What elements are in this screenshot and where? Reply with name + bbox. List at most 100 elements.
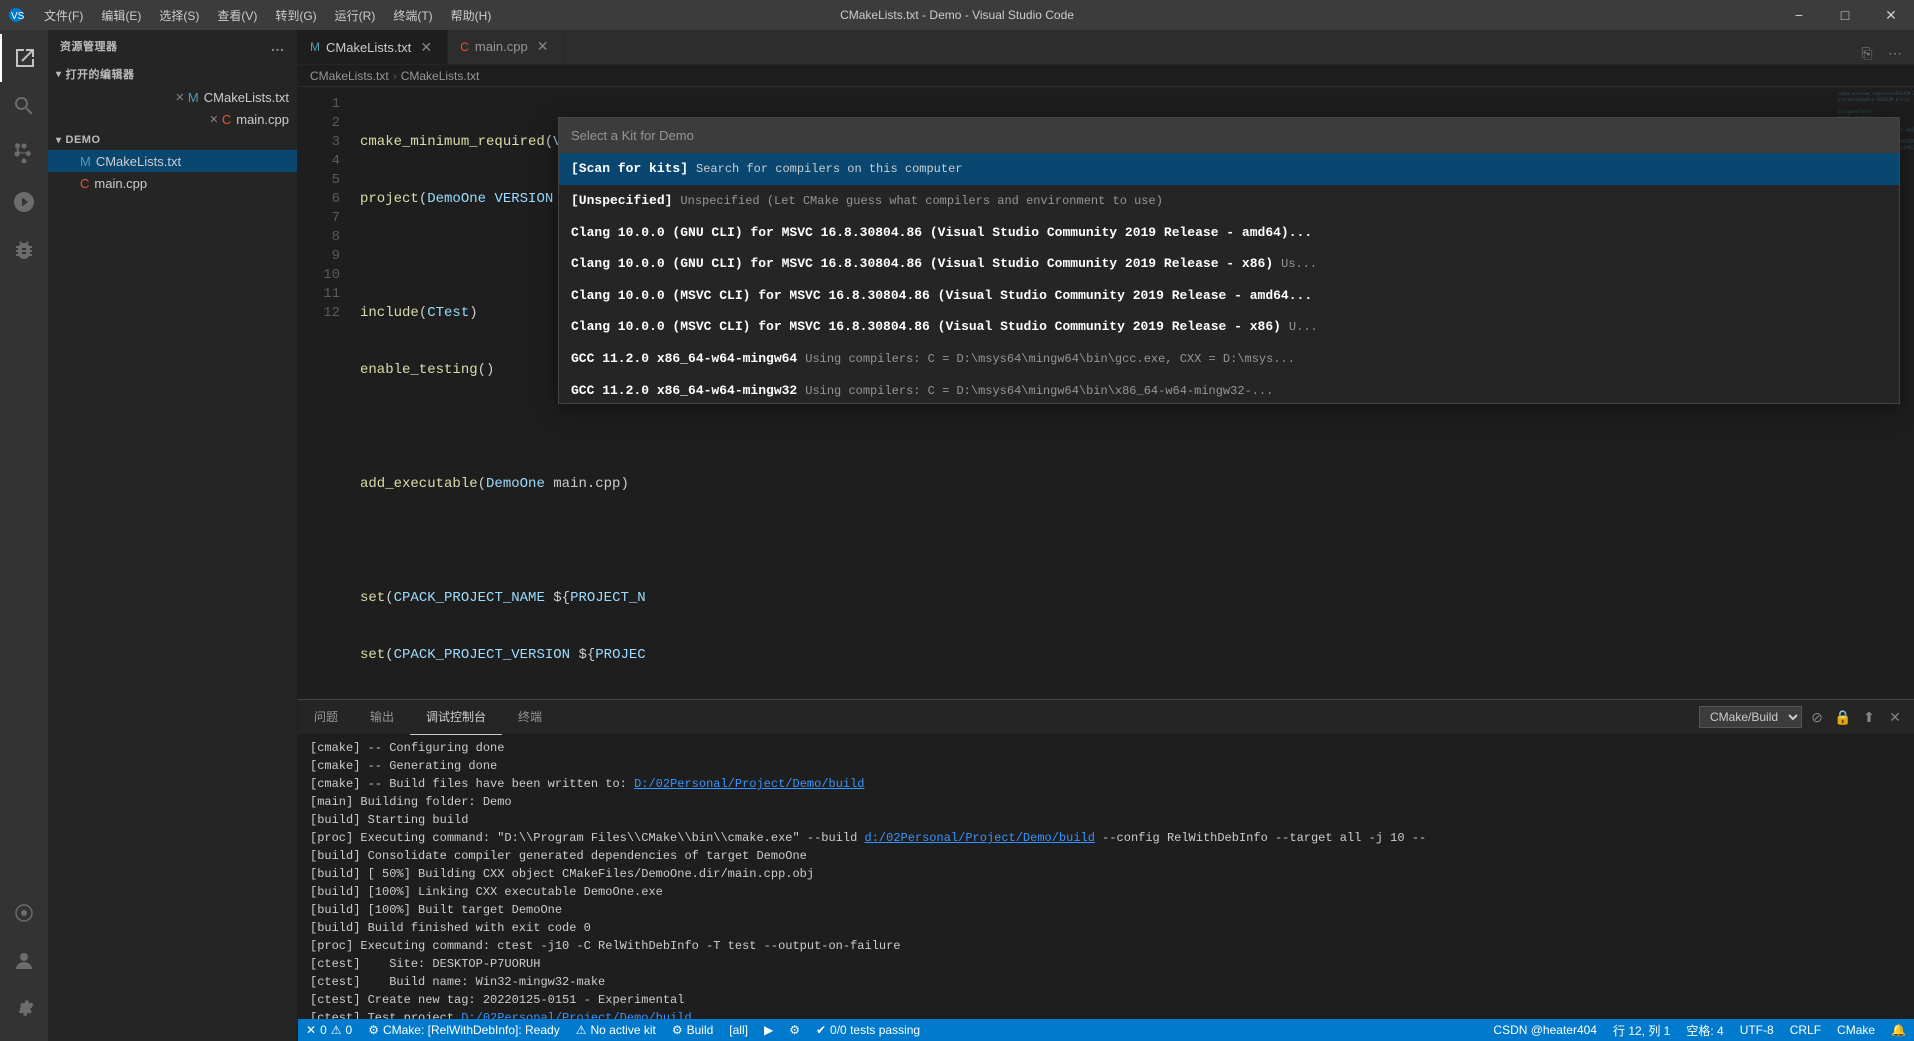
kit-unspecified-label: [Unspecified]	[571, 191, 672, 210]
build-cmd-link[interactable]: d:/02Personal/Project/Demo/build	[865, 831, 1095, 845]
breadcrumb-sep: ›	[393, 69, 397, 83]
line-col-label: 行 12, 列 1	[1613, 1022, 1670, 1039]
status-notification-icon[interactable]: 🔔	[1883, 1019, 1914, 1041]
close-cmake-icon[interactable]: ✕	[172, 89, 188, 105]
demo-section-header[interactable]: ▾ DEMO	[48, 130, 297, 150]
kit-search-input[interactable]	[559, 118, 1899, 153]
status-no-kit[interactable]: ⚠ No active kit	[568, 1019, 664, 1041]
line-ending-label: CRLF	[1790, 1023, 1821, 1037]
warning-icon: ⚠	[331, 1023, 342, 1037]
menu-file[interactable]: 文件(F)	[36, 3, 91, 28]
status-errors[interactable]: ✕ 0 ⚠ 0	[298, 1019, 360, 1041]
menu-run[interactable]: 运行(R)	[327, 3, 384, 28]
status-line-col[interactable]: 行 12, 列 1	[1605, 1019, 1678, 1041]
kit-item-gcc-mingw64[interactable]: GCC 11.2.0 x86_64-w64-mingw64 Using comp…	[559, 343, 1899, 375]
test-path-link[interactable]: D:/02Personal/Project/Demo/build	[461, 1011, 691, 1019]
panel-lock-icon[interactable]: 🔒	[1832, 706, 1854, 728]
cmake-icon: ⚙	[368, 1023, 379, 1037]
breadcrumb-item-2[interactable]: CMakeLists.txt	[401, 69, 480, 83]
status-language[interactable]: CMake	[1829, 1019, 1883, 1041]
open-editors-label: 打开的编辑器	[66, 66, 135, 82]
error-count: 0	[320, 1023, 327, 1037]
status-build[interactable]: ⚙ Build	[664, 1019, 721, 1041]
panel-line-15: [ctest] Create new tag: 20220125-0151 - …	[310, 991, 1902, 1009]
close-cpp-icon[interactable]: ✕	[206, 111, 222, 127]
kit-gcc-mingw64-label: GCC 11.2.0 x86_64-w64-mingw64	[571, 349, 797, 368]
activity-git[interactable]	[0, 130, 48, 178]
demo-cmake-name: CMakeLists.txt	[96, 154, 181, 169]
status-line-ending[interactable]: CRLF	[1782, 1019, 1829, 1041]
kit-item-unspecified[interactable]: [Unspecified] Unspecified (Let CMake gue…	[559, 185, 1899, 217]
code-editor[interactable]: 1 2 3 4 5 6 7 8 9 10 11 12 cmake_minimum…	[298, 87, 1914, 699]
close-button[interactable]: ✕	[1868, 0, 1914, 30]
tab-cmake[interactable]: M CMakeLists.txt ✕	[298, 30, 448, 64]
tab-cpp-icon: C	[460, 40, 469, 54]
new-file-icon[interactable]: …	[271, 38, 286, 54]
activity-remote[interactable]	[0, 889, 48, 937]
output-source-select[interactable]: CMake/Build	[1699, 706, 1802, 728]
kit-item-clang-msvc-amd64[interactable]: Clang 10.0.0 (MSVC CLI) for MSVC 16.8.30…	[559, 280, 1899, 311]
menu-select[interactable]: 选择(S)	[151, 3, 207, 28]
panel-tab-problems[interactable]: 问题	[298, 700, 354, 735]
status-settings-icon[interactable]: ⚙	[781, 1019, 808, 1041]
build-path-link[interactable]: D:/02Personal/Project/Demo/build	[634, 777, 864, 791]
open-editors-header[interactable]: ▾ 打开的编辑器	[48, 62, 297, 86]
maximize-button[interactable]: □	[1822, 0, 1868, 30]
kit-scan-desc: Search for compilers on this computer	[696, 160, 962, 179]
menu-bar: 文件(F) 编辑(E) 选择(S) 查看(V) 转到(G) 运行(R) 终端(T…	[36, 3, 499, 28]
activity-accounts[interactable]	[0, 937, 48, 985]
menu-help[interactable]: 帮助(H)	[443, 3, 500, 28]
activity-debug[interactable]	[0, 178, 48, 226]
line-numbers: 1 2 3 4 5 6 7 8 9 10 11 12	[298, 87, 348, 699]
tab-cpp-close[interactable]: ✕	[534, 38, 552, 56]
open-editors-section: ▾ 打开的编辑器 ✕ M CMakeLists.txt ✕ C main.cpp	[48, 62, 297, 130]
code-line-7: add_executable(DemoOne main.cpp)	[360, 475, 1834, 494]
status-csdn[interactable]: CSDN @heater404	[1485, 1019, 1605, 1041]
kit-item-gcc-mingw32[interactable]: GCC 11.2.0 x86_64-w64-mingw32 Using comp…	[559, 375, 1899, 403]
open-file-cmake[interactable]: ✕ M CMakeLists.txt	[48, 86, 297, 108]
status-encoding[interactable]: UTF-8	[1732, 1019, 1782, 1041]
no-kit-label: No active kit	[590, 1023, 655, 1037]
menu-edit[interactable]: 编辑(E)	[93, 3, 149, 28]
panel-tab-terminal[interactable]: 终端	[502, 700, 558, 735]
sidebar-header-icons: …	[271, 38, 286, 54]
status-left: ✕ 0 ⚠ 0 ⚙ CMake: [RelWithDebInfo]: Ready…	[298, 1019, 928, 1041]
panel-line-1: [cmake] -- Configuring done	[310, 739, 1902, 757]
status-cmake[interactable]: ⚙ CMake: [RelWithDebInfo]: Ready	[360, 1019, 568, 1041]
code-line-9: set(CPACK_PROJECT_NAME ${PROJECT_N	[360, 589, 1834, 608]
activity-settings[interactable]	[0, 985, 48, 1033]
kit-item-clang-gnu-x86[interactable]: Clang 10.0.0 (GNU CLI) for MSVC 16.8.308…	[559, 248, 1899, 280]
panel-tab-debug[interactable]: 调试控制台	[410, 700, 502, 735]
open-file-cpp[interactable]: ✕ C main.cpp	[48, 108, 297, 130]
menu-goto[interactable]: 转到(G)	[267, 3, 324, 28]
panel-tab-output[interactable]: 输出	[354, 700, 410, 735]
activity-search[interactable]	[0, 82, 48, 130]
menu-terminal[interactable]: 终端(T)	[385, 3, 440, 28]
kit-list: [Scan for kits] Search for compilers on …	[559, 153, 1899, 403]
warning-count: 0	[346, 1023, 353, 1037]
menu-view[interactable]: 查看(V)	[209, 3, 265, 28]
tab-cmake-close[interactable]: ✕	[417, 38, 435, 56]
split-editor-icon[interactable]: ⎘	[1856, 42, 1878, 64]
kit-item-scan[interactable]: [Scan for kits] Search for compilers on …	[559, 153, 1899, 185]
panel-line-5: [build] Starting build	[310, 811, 1902, 829]
demo-file-cmake[interactable]: M CMakeLists.txt	[48, 150, 297, 172]
more-actions-icon[interactable]: ⋯	[1884, 42, 1906, 64]
status-build-config[interactable]: [all]	[721, 1019, 756, 1041]
activity-explorer[interactable]	[0, 34, 48, 82]
status-spaces[interactable]: 空格: 4	[1678, 1019, 1731, 1041]
breadcrumb-item-1[interactable]: CMakeLists.txt	[310, 69, 389, 83]
panel-maximize-icon[interactable]: ⬆	[1858, 706, 1880, 728]
panel-clear-icon[interactable]: ⊘	[1806, 706, 1828, 728]
minimize-button[interactable]: −	[1776, 0, 1822, 30]
panel-line-14: [ctest] Build name: Win32-mingw32-make	[310, 973, 1902, 991]
tab-cpp[interactable]: C main.cpp ✕	[448, 30, 564, 64]
activity-extensions[interactable]	[0, 226, 48, 274]
panel-close-icon[interactable]: ✕	[1884, 706, 1906, 728]
status-tests[interactable]: ✔ 0/0 tests passing	[808, 1019, 928, 1041]
title-bar: VS 文件(F) 编辑(E) 选择(S) 查看(V) 转到(G) 运行(R) 终…	[0, 0, 1914, 30]
kit-item-clang-msvc-x86[interactable]: Clang 10.0.0 (MSVC CLI) for MSVC 16.8.30…	[559, 311, 1899, 343]
demo-file-cpp[interactable]: C main.cpp	[48, 172, 297, 194]
kit-item-clang-gnu-amd64[interactable]: Clang 10.0.0 (GNU CLI) for MSVC 16.8.308…	[559, 217, 1899, 248]
status-run[interactable]: ▶	[756, 1019, 781, 1041]
